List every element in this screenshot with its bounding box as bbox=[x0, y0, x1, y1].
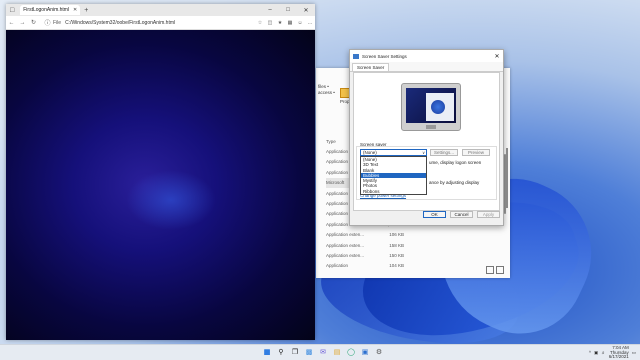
details-view-icon[interactable] bbox=[486, 266, 494, 274]
close-tab-icon[interactable]: ✕ bbox=[73, 7, 77, 13]
favorites-icon[interactable]: ★ bbox=[275, 20, 285, 26]
minimize-icon[interactable]: – bbox=[261, 7, 279, 14]
preview-screen bbox=[406, 88, 456, 123]
close-icon[interactable]: ✕ bbox=[297, 7, 315, 14]
store-icon[interactable]: ▣ bbox=[360, 347, 370, 357]
preview-bloom bbox=[431, 100, 445, 114]
tab-bar: □ FirstLogonAnim.html ✕ + – □ ✕ bbox=[6, 4, 315, 16]
back-icon[interactable]: ← bbox=[6, 20, 17, 26]
power-text-line: ance by adjusting display bbox=[429, 180, 480, 185]
widgets-icon[interactable]: ▩ bbox=[304, 347, 314, 357]
more-icon[interactable]: … bbox=[305, 20, 315, 26]
address-prefix: File bbox=[53, 19, 62, 26]
window-controls: – □ ✕ bbox=[261, 7, 315, 14]
address-bar[interactable]: ⓘ File C:/Windows/System32/oobe/FirstLog… bbox=[42, 18, 176, 28]
animation-glow bbox=[126, 170, 216, 230]
tiles-view-icon[interactable] bbox=[496, 266, 504, 274]
settings-icon[interactable]: ⚙ bbox=[374, 347, 384, 357]
chevron-down-icon: ∨ bbox=[422, 150, 425, 155]
clock-date: 6/17/2021 bbox=[608, 354, 629, 360]
page-content-animation bbox=[6, 30, 315, 340]
screen-saver-dropdown: (None) 3D Text Blank Bubbles Mystify Pho… bbox=[360, 156, 427, 196]
logon-text: ume, display logon screen bbox=[429, 160, 482, 165]
profile-icon[interactable]: ☺ bbox=[295, 20, 305, 26]
forward-icon[interactable]: → bbox=[17, 20, 28, 26]
system-tray: ^ ▣ ♬ 7:04 AM Thursday 6/17/2021 ▭ bbox=[589, 345, 636, 360]
settings-button[interactable]: Settings... bbox=[430, 149, 458, 156]
table-row[interactable]: Application exten... 158 KB bbox=[326, 240, 416, 250]
dialog-title: Screen Saver Settings bbox=[362, 53, 407, 59]
info-icon[interactable]: ⓘ bbox=[42, 18, 53, 27]
table-row[interactable]: Application exten... 106 KB bbox=[326, 230, 416, 240]
screen-saver-dialog: Screen Saver Settings ✕ Screen Saver Scr… bbox=[349, 49, 504, 226]
preview-button[interactable]: Preview bbox=[462, 149, 490, 156]
tab-actions-icon[interactable]: □ bbox=[10, 7, 14, 14]
browser-tab[interactable]: FirstLogonAnim.html ✕ bbox=[20, 5, 81, 15]
tab-screen-saver[interactable]: Screen Saver bbox=[352, 62, 390, 71]
screen-saver-select[interactable]: (None) ∨ bbox=[360, 149, 427, 156]
dialog-titlebar[interactable]: Screen Saver Settings ✕ bbox=[350, 50, 503, 62]
table-row[interactable]: Application 104 KB bbox=[326, 261, 416, 271]
browser-toolbar-icons: ☆ ◫ ★ ▦ ☺ … bbox=[255, 20, 315, 26]
navigation-bar: ← → ↻ ⓘ File C:/Windows/System32/oobe/Fi… bbox=[6, 16, 315, 30]
edge-icon[interactable]: ◯ bbox=[346, 347, 356, 357]
dialog-tabstrip: Screen Saver bbox=[350, 62, 503, 72]
task-view-icon[interactable]: ❐ bbox=[290, 347, 300, 357]
table-row[interactable]: Application exten... 150 KB bbox=[326, 250, 416, 260]
dropdown-option[interactable]: Ribbons bbox=[361, 189, 426, 194]
network-icon[interactable]: ▣ bbox=[594, 350, 598, 356]
apply-button[interactable]: Apply bbox=[477, 211, 500, 218]
clock[interactable]: 7:04 AM Thursday 6/17/2021 bbox=[608, 345, 629, 360]
tray-expand-icon[interactable]: ^ bbox=[589, 350, 591, 355]
taskbar-pinned-apps: ▦ ⚲ ❐ ▩ ✉ ▤ ◯ ▣ ⚙ bbox=[262, 347, 384, 357]
taskbar: ▦ ⚲ ❐ ▩ ✉ ▤ ◯ ▣ ⚙ ^ ▣ ♬ 7:04 AM Thursday… bbox=[0, 344, 640, 360]
monitor-stand bbox=[426, 125, 436, 129]
maximize-icon[interactable]: □ bbox=[279, 7, 297, 14]
split-screen-icon[interactable]: ◫ bbox=[265, 20, 275, 26]
address-text: C:/Windows/System32/oobe/FirstLogonAnim.… bbox=[65, 19, 176, 26]
notification-icon[interactable]: ▭ bbox=[632, 350, 636, 356]
dialog-scrollbar[interactable] bbox=[506, 148, 508, 208]
view-toggle bbox=[486, 266, 504, 274]
file-explorer-icon[interactable]: ▤ bbox=[332, 347, 342, 357]
screen-saver-icon bbox=[353, 53, 359, 59]
windows-icon[interactable]: ▦ bbox=[262, 347, 272, 357]
monitor-preview bbox=[401, 83, 461, 131]
close-icon[interactable]: ✕ bbox=[491, 53, 503, 60]
search-icon[interactable]: ⚲ bbox=[276, 347, 286, 357]
volume-icon[interactable]: ♬ bbox=[601, 350, 606, 355]
select-value: (None) bbox=[363, 150, 377, 155]
tab-title: FirstLogonAnim.html bbox=[23, 7, 70, 13]
favorite-add-icon[interactable]: ☆ bbox=[255, 20, 265, 26]
chat-icon[interactable]: ✉ bbox=[318, 347, 328, 357]
collections-icon[interactable]: ▦ bbox=[285, 20, 295, 26]
refresh-icon[interactable]: ↻ bbox=[28, 19, 39, 26]
ok-button[interactable]: OK bbox=[423, 211, 446, 218]
power-text: ance by adjusting display bbox=[429, 180, 479, 185]
new-tab-icon[interactable]: + bbox=[84, 7, 88, 14]
browser-window: □ FirstLogonAnim.html ✕ + – □ ✕ ← → ↻ ⓘ … bbox=[6, 4, 315, 340]
cancel-button[interactable]: Cancel bbox=[450, 211, 473, 218]
